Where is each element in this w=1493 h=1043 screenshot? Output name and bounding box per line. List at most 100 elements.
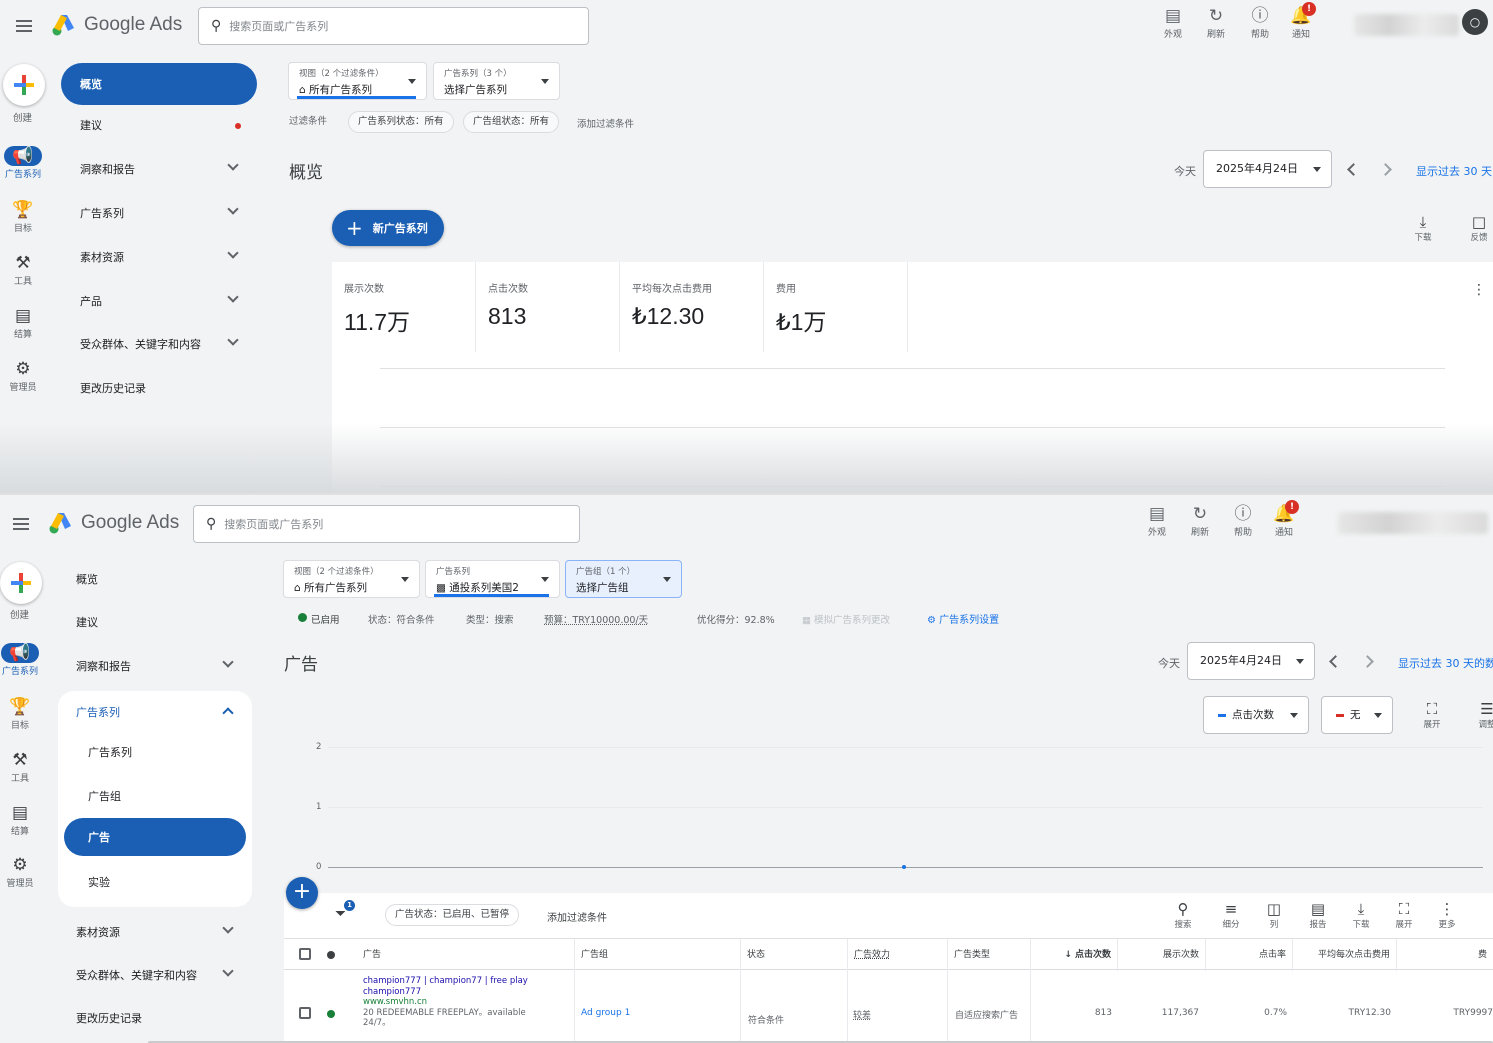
row-checkbox[interactable] bbox=[299, 1007, 311, 1019]
next-period-icon[interactable] bbox=[1379, 163, 1392, 176]
columns-button[interactable]: ◫ 列 bbox=[1257, 900, 1291, 930]
table-expand-button[interactable]: ⛶ 展开 bbox=[1387, 900, 1421, 930]
col-clicks[interactable]: ↓ 点击次数 bbox=[1031, 939, 1118, 971]
nav-recommendations[interactable]: 建议 bbox=[58, 601, 252, 643]
col-ad[interactable]: 广告 bbox=[357, 939, 575, 971]
segment-button[interactable]: ≡ 细分 bbox=[1214, 900, 1248, 930]
col-cost[interactable]: 费 bbox=[1397, 939, 1493, 971]
campaign-selector[interactable]: 广告系列 ▩ 通投系列美国2 bbox=[425, 560, 560, 598]
date-picker[interactable]: 2025年4月24日 bbox=[1187, 642, 1315, 680]
table-download-button[interactable]: ⤓ 下载 bbox=[1344, 900, 1378, 930]
campaign-settings-link[interactable]: ⚙ 广告系列设置 bbox=[927, 611, 999, 626]
next-period-icon[interactable] bbox=[1361, 655, 1374, 668]
metric-dropdown-clicks[interactable]: 点击次数 bbox=[1203, 696, 1309, 734]
col-status[interactable]: 状态 bbox=[741, 939, 848, 971]
more-button[interactable]: ⋮ 更多 bbox=[1430, 900, 1464, 930]
col-adgroup[interactable]: 广告组 bbox=[575, 939, 741, 971]
menu-icon[interactable] bbox=[13, 518, 29, 530]
feedback-button[interactable]: □ 反馈 bbox=[1462, 213, 1493, 243]
row-strength[interactable]: 较差 bbox=[853, 1008, 871, 1021]
campaign-selector[interactable]: 广告系列（3 个） 选择广告系列 bbox=[433, 62, 560, 100]
filter-chip-adgroup-status[interactable]: 广告组状态：所有 bbox=[463, 111, 560, 133]
nav-assets[interactable]: 素材资源 bbox=[61, 236, 257, 278]
ad-preview[interactable]: champion777 | champion77 | free play cha… bbox=[363, 976, 573, 1029]
help-button[interactable]: ⓘ 帮助 bbox=[1240, 6, 1280, 40]
refresh-button[interactable]: ↻ 刷新 bbox=[1196, 6, 1236, 40]
show-last-30-link[interactable]: 显示过去 30 天的数 bbox=[1398, 655, 1493, 671]
rail-billing[interactable]: ▤ 结算 bbox=[0, 306, 46, 340]
metric-impressions[interactable]: 展示次数 11.7万 bbox=[332, 262, 476, 352]
chart-adjust-button[interactable]: ☰ 调整 bbox=[1470, 700, 1493, 730]
nav-audiences[interactable]: 受众群体、关键字和内容 bbox=[58, 954, 252, 996]
add-filter-link[interactable]: 添加过滤条件 bbox=[547, 909, 607, 924]
nav-assets[interactable]: 素材资源 bbox=[58, 911, 252, 953]
help-button[interactable]: ⓘ 帮助 bbox=[1223, 504, 1263, 538]
appearance-button[interactable]: ▤ 外观 bbox=[1153, 6, 1193, 40]
search-input[interactable]: ⚲ 搜索页面或广告系列 bbox=[198, 7, 589, 45]
nav-sub-ads[interactable]: 广告 bbox=[64, 818, 246, 856]
prev-period-icon[interactable] bbox=[1329, 655, 1342, 668]
menu-icon[interactable] bbox=[16, 20, 32, 32]
col-ctr[interactable]: 点击率 bbox=[1206, 939, 1293, 971]
nav-overview[interactable]: 概览 bbox=[58, 558, 252, 600]
account-avatar[interactable]: ○ bbox=[1462, 9, 1488, 35]
google-ads-logo[interactable]: Google Ads bbox=[49, 512, 179, 534]
more-vert-icon[interactable]: ⋮ bbox=[1472, 282, 1486, 298]
col-impressions[interactable]: 展示次数 bbox=[1118, 939, 1206, 971]
filter-chip-campaign-status[interactable]: 广告系列状态：所有 bbox=[348, 111, 454, 133]
metric-dropdown-none[interactable]: 无 bbox=[1321, 696, 1393, 734]
download-button[interactable]: ⤓ 下载 bbox=[1406, 213, 1440, 243]
add-ad-button[interactable]: + bbox=[286, 877, 318, 909]
nav-audiences[interactable]: 受众群体、关键字和内容 bbox=[61, 323, 257, 365]
reports-button[interactable]: ▤ 报告 bbox=[1301, 900, 1335, 930]
view-selector[interactable]: 视图（2 个过滤条件） ⌂ 所有广告系列 bbox=[283, 560, 420, 598]
nav-overview[interactable]: 概览 bbox=[61, 63, 257, 105]
search-input[interactable]: ⚲ 搜索页面或广告系列 bbox=[193, 505, 580, 543]
rail-admin[interactable]: ⚙ 管理员 bbox=[0, 855, 43, 889]
nav-history[interactable]: 更改历史记录 bbox=[61, 367, 257, 409]
prev-period-icon[interactable] bbox=[1347, 163, 1360, 176]
nav-sub-adgroups[interactable]: 广告组 bbox=[58, 775, 252, 817]
view-selector[interactable]: 视图（2 个过滤条件） ⌂ 所有广告系列 bbox=[288, 62, 427, 100]
rail-campaigns[interactable]: 📢 广告系列 bbox=[0, 643, 43, 677]
rail-admin[interactable]: ⚙ 管理员 bbox=[0, 359, 46, 393]
select-all-checkbox[interactable] bbox=[299, 948, 311, 960]
google-ads-logo[interactable]: Google Ads bbox=[52, 14, 182, 36]
rail-billing[interactable]: ▤ 结算 bbox=[0, 803, 43, 837]
nav-sub-campaigns[interactable]: 广告系列 bbox=[58, 731, 252, 773]
rail-tools[interactable]: ⚒ 工具 bbox=[0, 253, 46, 287]
create-button[interactable] bbox=[3, 64, 45, 106]
col-avg-cpc[interactable]: 平均每次点击费用 bbox=[1293, 939, 1397, 971]
date-picker[interactable]: 2025年4月24日 bbox=[1203, 150, 1332, 188]
opt-score-text[interactable]: 优化得分：92.8% bbox=[697, 612, 775, 626]
nav-insights[interactable]: 洞察和报告 bbox=[61, 148, 257, 190]
metric-avg-cpc[interactable]: 平均每次点击费用 ₺12.30 bbox=[620, 262, 764, 352]
refresh-button[interactable]: ↻ 刷新 bbox=[1180, 504, 1220, 538]
metric-cost[interactable]: 费用 ₺1万 bbox=[764, 262, 908, 352]
show-last-30-link[interactable]: 显示过去 30 天 bbox=[1416, 163, 1492, 179]
rail-goals[interactable]: 🏆 目标 bbox=[0, 200, 46, 234]
nav-history[interactable]: 更改历史记录 bbox=[58, 997, 252, 1039]
chart-expand-button[interactable]: ⛶ 展开 bbox=[1415, 700, 1449, 730]
nav-products[interactable]: 产品 bbox=[61, 280, 257, 322]
rail-tools[interactable]: ⚒ 工具 bbox=[0, 750, 43, 784]
row-adgroup[interactable]: Ad group 1 bbox=[581, 1008, 630, 1018]
rail-goals[interactable]: 🏆 目标 bbox=[0, 697, 43, 731]
col-type[interactable]: 广告类型 bbox=[948, 939, 1031, 971]
metric-clicks[interactable]: 点击次数 813 bbox=[476, 262, 620, 352]
nav-sub-experiments[interactable]: 实验 bbox=[58, 861, 252, 903]
nav-campaigns-group[interactable]: 广告系列 bbox=[58, 691, 252, 733]
table-row[interactable]: champion777 | champion77 | free play cha… bbox=[284, 971, 1493, 1043]
adgroup-selector[interactable]: 广告组（1 个） 选择广告组 bbox=[565, 560, 682, 598]
table-search-button[interactable]: ⚲ 搜索 bbox=[1166, 900, 1200, 930]
nav-campaigns[interactable]: 广告系列 bbox=[61, 192, 257, 234]
col-strength[interactable]: 广告效力 bbox=[848, 939, 948, 971]
new-campaign-button[interactable]: + 新广告系列 bbox=[332, 210, 444, 246]
appearance-button[interactable]: ▤ 外观 bbox=[1137, 504, 1177, 538]
budget-text[interactable]: 预算：TRY10000.00/天 bbox=[544, 612, 648, 626]
create-button[interactable] bbox=[0, 562, 42, 604]
nav-insights[interactable]: 洞察和报告 bbox=[58, 645, 252, 687]
nav-recommendations[interactable]: 建议 bbox=[61, 104, 257, 146]
filter-chip-ad-status[interactable]: 广告状态：已启用、已暂停 bbox=[385, 904, 520, 926]
add-filter-link[interactable]: 添加过滤条件 bbox=[577, 116, 634, 130]
